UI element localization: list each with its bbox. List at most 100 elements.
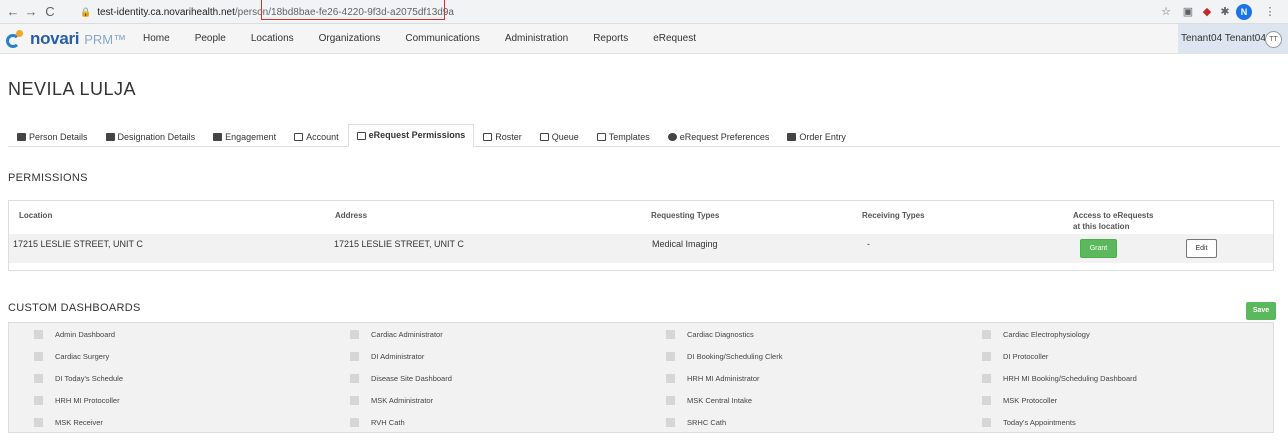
tab-bar: Person Details Designation Details Engag…	[8, 124, 855, 147]
tab-erequest-permissions[interactable]: eRequest Permissions	[347, 124, 475, 147]
dashboard-checkbox-item[interactable]: MSK Administrator	[325, 389, 641, 411]
checkbox[interactable]	[350, 373, 359, 383]
person-icon	[787, 133, 797, 141]
dashboard-checkbox-item[interactable]: DI Administrator	[325, 345, 641, 367]
list-icon	[539, 133, 549, 141]
nav-people[interactable]: People	[195, 24, 226, 54]
checkbox[interactable]	[34, 417, 43, 427]
dashboard-label: HRH MI Administrator	[687, 373, 760, 383]
checkbox[interactable]	[982, 417, 991, 427]
page-title: NEVILA LULJA	[8, 79, 137, 99]
dashboard-checkbox-item[interactable]: Disease Site Dashboard	[325, 367, 641, 389]
dashboard-checkbox-item[interactable]: DI Today's Schedule	[9, 367, 325, 389]
tab-engagement[interactable]: Engagement	[204, 127, 285, 147]
app-header: novari PRM™ Home People Locations Organi…	[0, 24, 1288, 54]
forward-icon[interactable]: →	[22, 3, 40, 21]
browser-toolbar: ← → C 🔒 test-identity.ca.novarihealth.net…	[0, 0, 1288, 24]
checkbox[interactable]	[350, 329, 359, 339]
menu-icon[interactable]: ⋮	[1262, 4, 1278, 20]
col-header-access: Access to eRequests at this location	[1073, 210, 1153, 232]
dashboard-checkbox-item[interactable]: Cardiac Diagnostics	[641, 323, 957, 345]
permissions-title: PERMISSIONS	[8, 172, 88, 184]
id-card-icon	[105, 133, 115, 141]
checkbox[interactable]	[666, 417, 675, 427]
nav-administration[interactable]: Administration	[505, 24, 568, 54]
dashboard-checkbox-item[interactable]: HRH MI Administrator	[641, 367, 957, 389]
nav-home[interactable]: Home	[143, 24, 170, 54]
dashboard-checkbox-item[interactable]: SRHC Cath	[641, 411, 957, 433]
user-menu[interactable]: Tenant04 Tenant04 TT	[1178, 24, 1288, 54]
checkbox[interactable]	[982, 395, 991, 405]
back-icon[interactable]: ←	[4, 3, 22, 21]
checkbox[interactable]	[350, 417, 359, 427]
checkbox[interactable]	[982, 329, 991, 339]
group-icon	[213, 133, 223, 141]
dashboard-checkbox-item[interactable]: MSK Central Intake	[641, 389, 957, 411]
dashboard-label: Cardiac Administrator	[371, 329, 443, 339]
edit-button[interactable]: Edit	[1186, 239, 1217, 258]
checkbox[interactable]	[666, 351, 675, 361]
extension-icon[interactable]: ▣	[1180, 4, 1196, 20]
nav-organizations[interactable]: Organizations	[319, 24, 381, 54]
checkbox[interactable]	[350, 351, 359, 361]
nav-locations[interactable]: Locations	[251, 24, 294, 54]
checkbox[interactable]	[34, 373, 43, 383]
account-icon	[294, 133, 304, 141]
dashboard-label: Cardiac Surgery	[55, 351, 110, 361]
dashboard-label: MSK Central Intake	[687, 395, 753, 405]
grant-button[interactable]: Grant	[1080, 239, 1117, 258]
reload-icon[interactable]: C	[41, 3, 59, 21]
tab-person-details[interactable]: Person Details	[8, 127, 97, 147]
checkbox[interactable]	[34, 395, 43, 405]
checkbox[interactable]	[666, 373, 675, 383]
dashboard-checkbox-item[interactable]: Cardiac Electrophysiology	[957, 323, 1273, 345]
tab-label: eRequest Preferences	[679, 132, 770, 142]
dashboard-label: MSK Protocoller	[1003, 395, 1058, 405]
url-highlight-annotation	[261, 0, 445, 20]
tab-label: Account	[306, 132, 339, 142]
checkbox[interactable]	[982, 373, 991, 383]
dashboard-label: Cardiac Diagnostics	[687, 329, 754, 339]
dashboard-checkbox-item[interactable]: DI Booking/Scheduling Clerk	[641, 345, 957, 367]
nav-reports[interactable]: Reports	[593, 24, 628, 54]
star-icon[interactable]: ☆	[1158, 4, 1174, 20]
checkbox[interactable]	[666, 395, 675, 405]
dashboard-checkbox-item[interactable]: RVH Cath	[325, 411, 641, 433]
tab-account[interactable]: Account	[285, 127, 348, 147]
tab-erequest-preferences[interactable]: eRequest Preferences	[659, 127, 779, 147]
checkbox[interactable]	[982, 351, 991, 361]
tab-queue[interactable]: Queue	[531, 127, 588, 147]
tab-order-entry[interactable]: Order Entry	[778, 127, 855, 147]
tab-label: Person Details	[29, 132, 88, 142]
address-bar[interactable]: 🔒 test-identity.ca.novarihealth.net/perso…	[80, 2, 1180, 22]
dashboard-checkbox-item[interactable]: HRH MI Protocoller	[9, 389, 325, 411]
gear-icon	[667, 133, 677, 141]
tab-roster[interactable]: Roster	[474, 127, 531, 147]
dashboard-checkbox-item[interactable]: HRH MI Booking/Scheduling Dashboard	[957, 367, 1273, 389]
dashboard-checkbox-item[interactable]: Admin Dashboard	[9, 323, 325, 345]
nav-communications[interactable]: Communications	[405, 24, 479, 54]
novari-logo[interactable]: novari PRM™	[6, 28, 126, 50]
dashboard-checkbox-item[interactable]: MSK Protocoller	[957, 389, 1273, 411]
dashboard-label: MSK Administrator	[371, 395, 434, 405]
save-button[interactable]: Save	[1246, 302, 1276, 320]
shield-icon[interactable]: ◆	[1199, 4, 1215, 20]
dashboard-checkbox-item[interactable]: Today's Appointments	[957, 411, 1273, 433]
tab-label: Queue	[551, 132, 579, 142]
checkbox[interactable]	[34, 351, 43, 361]
tab-templates[interactable]: Templates	[588, 127, 659, 147]
dashboards-panel: Admin Dashboard Cardiac Administrator Card…	[8, 322, 1274, 433]
dashboard-checkbox-item[interactable]: Cardiac Surgery	[9, 345, 325, 367]
checkbox[interactable]	[34, 329, 43, 339]
checkbox[interactable]	[350, 395, 359, 405]
profile-avatar[interactable]: N	[1236, 4, 1252, 20]
puzzle-icon[interactable]: ✱	[1217, 4, 1233, 20]
dashboard-checkbox-item[interactable]: DI Protocoller	[957, 345, 1273, 367]
tab-designation-details[interactable]: Designation Details	[97, 127, 205, 147]
dashboard-checkbox-item[interactable]: Cardiac Administrator	[325, 323, 641, 345]
tab-label: Roster	[495, 132, 522, 142]
dashboard-checkbox-item[interactable]: MSK Receiver	[9, 411, 325, 433]
nav-erequest[interactable]: eRequest	[653, 24, 696, 54]
checkbox[interactable]	[666, 329, 675, 339]
dashboard-label: Today's Appointments	[1003, 417, 1076, 427]
